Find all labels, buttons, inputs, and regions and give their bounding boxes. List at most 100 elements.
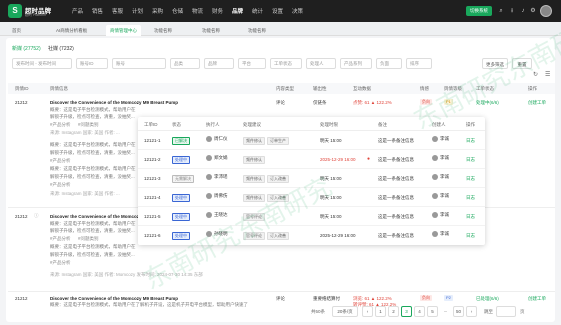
page-2[interactable]: 2 xyxy=(388,306,399,317)
ticket-row[interactable]: 12121-3 无需解决 李沛瑶 频件修认 订入改善 明天 15:00 这是一条备… xyxy=(138,169,485,188)
ticket-status: 处理中 xyxy=(172,232,190,240)
app-logo[interactable]: S xyxy=(8,4,22,18)
filter-ticket-status[interactable]: 工单状态 xyxy=(270,58,302,69)
executor-avatar xyxy=(206,231,212,237)
creator-avatar xyxy=(432,174,438,180)
download-icon[interactable]: ⭳ xyxy=(508,7,516,15)
suggest-tag: 订入改善 xyxy=(267,194,289,202)
refresh-icon[interactable]: ↻ xyxy=(533,71,538,78)
bell-icon[interactable]: ♪ xyxy=(519,7,527,15)
tab-sentiment-center[interactable]: 商情管理中心 xyxy=(106,25,141,36)
row-reach: 重要络结算付 xyxy=(313,296,340,301)
row-reach: 仅链条 xyxy=(313,100,327,105)
creator-avatar xyxy=(432,155,438,161)
ticket-note: 这是一条备注信息 xyxy=(378,157,414,162)
nav-item-product[interactable]: 产品 xyxy=(72,7,92,15)
log-link[interactable]: 日志 xyxy=(466,214,475,220)
page-50[interactable]: 50 xyxy=(453,306,464,317)
settings-icon[interactable]: ☰ xyxy=(545,71,550,78)
popup-col-exec: 执行人 xyxy=(206,122,220,127)
row-title[interactable]: Discover the Convenience of the Momcozy … xyxy=(50,100,178,105)
log-link[interactable]: 日志 xyxy=(466,176,475,182)
goto-label: 跳至 xyxy=(484,309,493,314)
log-link[interactable]: 日志 xyxy=(466,233,475,239)
row-summary-repeat: 解锁子升级，检点可检查，清重，没抽奖... xyxy=(50,174,135,179)
prev-page-button[interactable]: ‹ xyxy=(362,306,373,317)
per-page-select[interactable]: 20条/页 xyxy=(332,306,358,317)
row-title[interactable]: Discover the Convenience of the Momcozy … xyxy=(50,296,178,301)
nav-item-decision[interactable]: 决策 xyxy=(292,7,312,15)
log-link[interactable]: 日志 xyxy=(466,195,475,201)
suggest-tag: 频件修认 xyxy=(243,175,265,183)
search-icon[interactable]: ⌕ xyxy=(497,7,505,15)
tab-function-2[interactable]: 功能名称 xyxy=(198,25,224,36)
ticket-executor: 郑文娟 xyxy=(214,155,228,161)
subtab-social-media[interactable]: 社媒 (7232) xyxy=(48,45,74,52)
nav-item-purchase[interactable]: 采购 xyxy=(152,7,172,15)
page-3-current[interactable]: 3 xyxy=(401,306,412,317)
gear-icon[interactable]: ⚙ xyxy=(529,7,537,15)
ticket-creator: 李诚 xyxy=(440,174,449,180)
nav-item-plan[interactable]: 计划 xyxy=(132,7,152,15)
switch-system-button[interactable]: 切换系统 xyxy=(466,6,492,16)
executor-avatar xyxy=(206,136,212,142)
emotion-badge: 负向 xyxy=(420,295,432,301)
tab-home[interactable]: 首页 xyxy=(8,25,25,36)
page-5[interactable]: 5 xyxy=(427,306,438,317)
tab-ai-dashboard[interactable]: AI商情分析看板 xyxy=(52,25,91,36)
reset-button[interactable]: 重置 xyxy=(512,58,532,69)
ticket-note: 这是一条备注信息 xyxy=(378,176,414,181)
popup-col-suggest: 处理建议 xyxy=(243,122,261,127)
row-tag: #问题类别 xyxy=(78,122,99,127)
nav-item-warehouse[interactable]: 仓储 xyxy=(172,7,192,15)
subtab-new-media[interactable]: 新媒 (27752) xyxy=(12,45,41,52)
ticket-row[interactable]: 12121-4 处理中 周佛伤 频件修认 订入改善 明天 15:00 这是一条备注… xyxy=(138,188,485,207)
nav-item-service[interactable]: 客服 xyxy=(112,7,132,15)
nav-item-logistics[interactable]: 物流 xyxy=(192,7,212,15)
page-1[interactable]: 1 xyxy=(375,306,386,317)
status-link[interactable]: 处理中(6/6) xyxy=(476,100,499,106)
nav-item-finance[interactable]: 财务 xyxy=(212,7,232,15)
next-page-button[interactable]: › xyxy=(466,306,477,317)
filter-series[interactable]: 产品系列 xyxy=(340,58,372,69)
ticket-row[interactable]: 12121-2 处理中 郑文娟 频件修认 2025-12-29 16:00 ● … xyxy=(138,150,485,169)
create-ticket-link[interactable]: 创建工单 xyxy=(528,100,546,106)
tab-function-3[interactable]: 功能名称 xyxy=(244,25,270,36)
tab-function-1[interactable]: 功能名称 xyxy=(150,25,176,36)
nav-item-stats[interactable]: 统计 xyxy=(252,7,272,15)
ticket-id: 12121-3 xyxy=(144,176,161,181)
status-link[interactable]: 已处理(6/6) xyxy=(476,296,499,302)
filter-account[interactable]: 账号 xyxy=(112,58,166,69)
ticket-executor: 王晓达 xyxy=(214,212,228,218)
more-filters-button[interactable]: 更多筛选 xyxy=(482,58,508,69)
info-icon[interactable]: ⓘ xyxy=(34,213,39,219)
ticket-row[interactable]: 12121-1 已解决 周仁仪 频件修认 订单生产 明天 15:00 这是一条备注… xyxy=(138,131,485,150)
executor-avatar xyxy=(206,155,212,161)
log-link[interactable]: 日志 xyxy=(466,138,475,144)
page-tab-strip: 首页 AI商情分析看板 商情管理中心 功能名称 功能名称 功能名称 xyxy=(0,22,561,36)
filter-publish-time[interactable]: 发布时间 - 发布时间 xyxy=(12,58,72,69)
filter-handler[interactable]: 处理人 xyxy=(306,58,336,69)
filter-platform[interactable]: 平台 xyxy=(238,58,266,69)
ticket-row[interactable]: 12121-5 处理中 王晓达 官号评论 明天 15:00 这是一条备注信息 李… xyxy=(138,207,485,226)
row-summary-repeat: 概要：这是电子平台检测模式，帮助用户在 xyxy=(50,166,136,171)
nav-item-brand[interactable]: 品牌 xyxy=(232,7,252,15)
filter-account-id[interactable]: 账号ID xyxy=(76,58,108,69)
popup-col-status: 状态 xyxy=(172,122,181,127)
creator-avatar xyxy=(432,212,438,218)
create-ticket-link[interactable]: 创建工单 xyxy=(528,296,546,302)
filter-brand[interactable]: 品牌 xyxy=(204,58,234,69)
ticket-id: 12121-1 xyxy=(144,138,161,143)
filter-category[interactable]: 品类 xyxy=(170,58,200,69)
log-link[interactable]: 日志 xyxy=(466,157,475,163)
filter-sort[interactable]: 排序 xyxy=(406,58,432,69)
row-summary-repeat: 解锁子升级，检点可检查，清重，没抽奖... xyxy=(50,150,135,155)
nav-item-sales[interactable]: 销售 xyxy=(92,7,112,15)
goto-input[interactable] xyxy=(496,306,516,317)
suggest-tag: 频件修认 xyxy=(243,137,265,145)
filter-negative[interactable]: 负面 xyxy=(376,58,402,69)
user-avatar[interactable] xyxy=(540,5,552,17)
ticket-row[interactable]: 12121-6 处理中 孙晓明 官号评论 订入改善 2025-12-29 16:0… xyxy=(138,226,485,245)
nav-item-settings[interactable]: 设置 xyxy=(272,7,292,15)
page-4[interactable]: 4 xyxy=(414,306,425,317)
